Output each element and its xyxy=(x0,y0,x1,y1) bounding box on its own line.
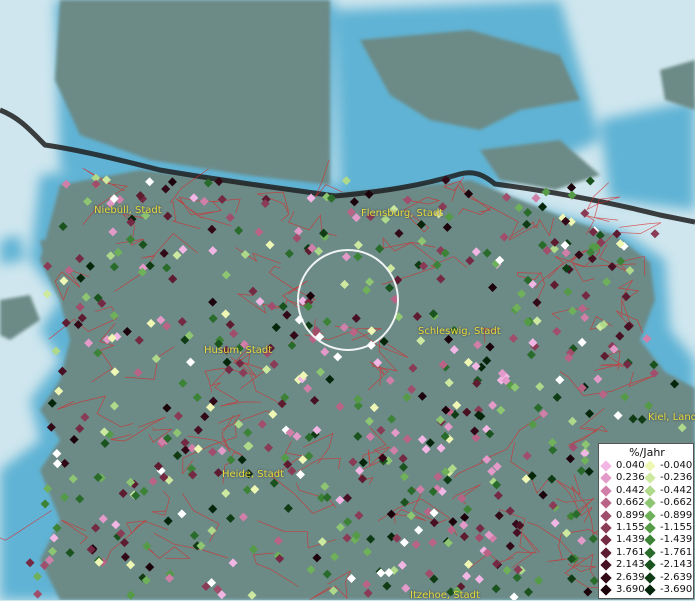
legend-value: 2.639 xyxy=(616,571,645,583)
legend-swatch xyxy=(644,497,656,509)
city-label-heide: Heide, Stadt xyxy=(222,469,284,480)
legend-swatch xyxy=(600,559,612,571)
legend-swatch xyxy=(644,559,656,571)
legend-value: -2.639 xyxy=(660,571,693,583)
legend-value: 0.236 xyxy=(616,472,645,484)
legend-value: 1.439 xyxy=(616,534,645,546)
legend: %/Jahr 0.040 -0.040 0.236 -0.236 0.442 -0.442… xyxy=(598,443,694,599)
legend-value: 2.143 xyxy=(616,559,645,571)
legend-value: 0.442 xyxy=(616,484,645,496)
legend-value: 1.155 xyxy=(616,522,645,533)
legend-value: -0.662 xyxy=(660,497,693,509)
legend-swatch xyxy=(644,534,656,547)
legend-value: 0.899 xyxy=(616,509,645,521)
legend-swatch xyxy=(644,509,656,522)
city-label-kiel: Kiel, Land xyxy=(648,412,695,423)
legend-swatch xyxy=(644,472,656,485)
city-label-flensburg: Flensburg, Stadt xyxy=(361,208,444,219)
city-label-husum: Husum, Stadt xyxy=(204,345,273,356)
legend-value: -3.690 xyxy=(660,584,693,595)
city-label-niebuell: Niebüll, Stadt xyxy=(94,205,162,216)
legend-title: %/Jahr xyxy=(629,446,665,459)
legend-swatch xyxy=(644,547,656,559)
legend-swatch xyxy=(600,472,612,485)
legend-value: 0.040 xyxy=(616,460,645,471)
legend-swatch xyxy=(600,584,612,596)
legend-value: -1.155 xyxy=(660,522,693,533)
map-canvas[interactable] xyxy=(0,0,695,600)
legend-swatch xyxy=(600,497,612,509)
legend-value: -1.439 xyxy=(660,534,693,546)
legend-value: -1.761 xyxy=(660,546,693,558)
legend-swatch xyxy=(600,485,612,497)
legend-swatch xyxy=(644,584,656,596)
legend-value: -2.143 xyxy=(660,559,693,571)
city-label-schleswig: Schleswig, Stadt xyxy=(418,326,501,337)
city-label-itzehoe: Itzehoe, Stadt xyxy=(410,590,480,601)
legend-value: -0.899 xyxy=(660,509,693,521)
legend-swatch xyxy=(600,522,612,534)
legend-swatch xyxy=(644,460,656,472)
legend-value: 3.690 xyxy=(616,584,645,595)
legend-value: 0.662 xyxy=(616,497,645,509)
legend-value: -0.040 xyxy=(660,460,693,471)
legend-swatch xyxy=(600,547,612,559)
legend-value: 1.761 xyxy=(616,546,645,558)
legend-swatch xyxy=(600,534,612,547)
legend-swatch xyxy=(600,460,612,472)
legend-value: -0.442 xyxy=(660,484,693,496)
legend-swatch xyxy=(600,509,612,522)
legend-value: -0.236 xyxy=(660,472,693,484)
legend-swatch xyxy=(644,522,656,534)
legend-swatch xyxy=(644,571,656,584)
legend-swatch xyxy=(600,571,612,584)
legend-swatch xyxy=(644,485,656,497)
